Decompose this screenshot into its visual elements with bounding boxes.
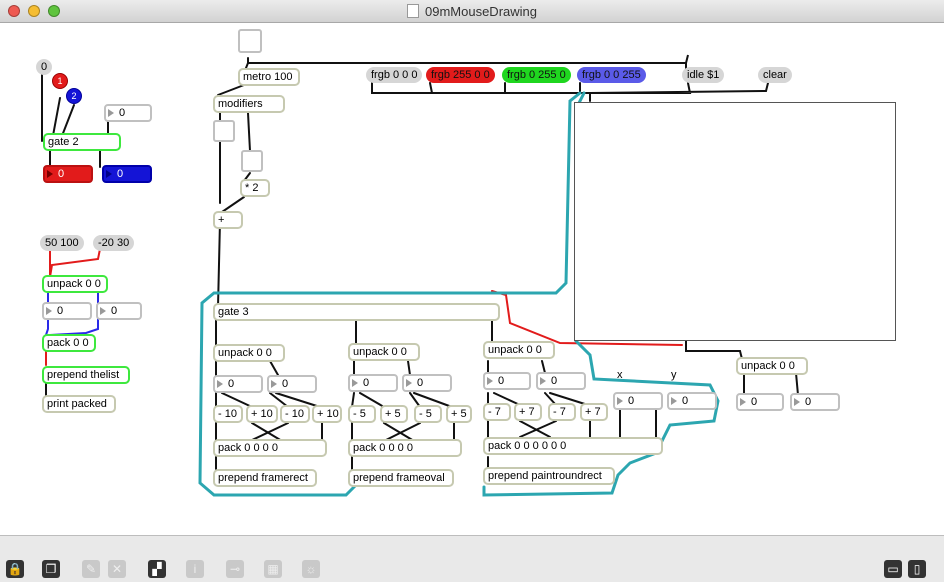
minus-10-a-object[interactable]: - 10 [213,405,243,423]
plus-10-a-object[interactable]: + 10 [246,405,278,423]
paintroundrect-number-b[interactable]: 0 [536,372,586,390]
framerect-number-a[interactable]: 0 [213,375,263,393]
modifiers-object[interactable]: modifiers [213,95,285,113]
frameoval-number-a[interactable]: 0 [348,374,398,392]
pack-frameoval-object[interactable]: pack 0 0 0 0 [348,439,462,457]
x-number[interactable]: 0 [613,392,663,410]
number-arrow-icon [352,379,358,387]
number-arrow-icon [271,380,277,388]
info-icon[interactable]: i [186,560,204,578]
metro-object[interactable]: metro 100 [238,68,300,86]
lcd-drawing-area[interactable] [574,102,896,341]
number-arrow-icon [217,380,223,388]
unpack-framerect-object[interactable]: unpack 0 0 [213,344,285,362]
plus-object[interactable]: + [213,211,243,229]
prepend-paintroundrect-object[interactable]: prepend paintroundrect [483,467,615,485]
y-label: y [671,369,677,381]
number-arrow-icon [740,398,746,406]
patcher-toolbar: 🔒 ❐ ✎ ✕ ▞ i ⊸ ▦ ☼ ▭ ▯ [0,535,944,582]
number-arrow-icon [540,377,546,385]
unpack-mouse-object[interactable]: unpack 0 0 [736,357,808,375]
blue-radio-toggle[interactable]: 2 [66,88,82,104]
sidebar-icon[interactable]: ▯ [908,560,926,578]
modifier-toggle-right[interactable] [241,150,263,172]
unpack-frameoval-object[interactable]: unpack 0 0 [348,343,420,361]
minus-10-b-object[interactable]: - 10 [280,405,310,423]
framerect-number-b[interactable]: 0 [267,375,317,393]
x-label: x [617,369,623,381]
minus-7-a-object[interactable]: - 7 [483,403,511,421]
unpack-right-number[interactable]: 0 [96,302,142,320]
split-view-icon[interactable]: ▭ [884,560,902,578]
gate-3-object[interactable]: gate 3 [213,303,500,321]
pack-framerect-object[interactable]: pack 0 0 0 0 [213,439,327,457]
number-arrow-icon [617,397,623,405]
title-bar: 09mMouseDrawing [0,0,944,23]
number-arrow-icon [106,170,112,178]
grid-icon[interactable]: ▦ [264,560,282,578]
patch-cord-icon[interactable]: ⊸ [226,560,244,578]
clear-message[interactable]: clear [758,67,792,83]
debug-icon[interactable]: ☼ [302,560,320,578]
minus-5-a-object[interactable]: - 5 [348,405,376,423]
clear-icon[interactable]: ✕ [108,560,126,578]
paintroundrect-number-a[interactable]: 0 [483,372,531,390]
frgb-green-message[interactable]: frgb 0 255 0 [502,67,571,83]
frgb-blue-message[interactable]: frgb 0 0 255 [577,67,646,83]
list-50-100-message[interactable]: 50 100 [40,235,84,251]
number-arrow-icon [46,307,52,315]
plus-7-a-object[interactable]: + 7 [514,403,542,421]
unpack-paintroundrect-object[interactable]: unpack 0 0 [483,341,555,359]
presentation-icon[interactable]: ❐ [42,560,60,578]
unpack-left-number[interactable]: 0 [42,302,92,320]
mouse-x-number[interactable]: 0 [736,393,784,411]
edit-icon[interactable]: ▞ [148,560,166,578]
gate-input-number[interactable]: 0 [104,104,152,122]
red-output-number[interactable]: 0 [43,165,93,183]
modifier-toggle-left[interactable] [213,120,235,142]
plus-7-b-object[interactable]: + 7 [580,403,608,421]
number-arrow-icon [108,109,114,117]
pack-object[interactable]: pack 0 0 [42,334,96,352]
number-arrow-icon [794,398,800,406]
lock-icon[interactable]: 🔒 [6,560,24,578]
print-packed-object[interactable]: print packed [42,395,116,413]
minus-5-b-object[interactable]: - 5 [414,405,442,423]
toggle-button[interactable] [238,29,262,53]
pack-paintroundrect-object[interactable]: pack 0 0 0 0 0 0 [483,437,663,455]
times-2-object[interactable]: * 2 [240,179,270,197]
red-radio-toggle[interactable]: 1 [52,73,68,89]
frgb-red-message[interactable]: frgb 255 0 0 [426,67,495,83]
number-arrow-icon [47,170,53,178]
number-arrow-icon [406,379,412,387]
number-arrow-icon [671,397,677,405]
gate-2-object[interactable]: gate 2 [43,133,121,151]
window-title: 09mMouseDrawing [425,4,537,19]
patcher-canvas[interactable]: 0 1 2 0 gate 2 0 0 50 100 -20 30 unpack … [0,23,944,535]
unpack-object[interactable]: unpack 0 0 [42,275,108,293]
idle-message[interactable]: idle $1 [682,67,725,83]
frgb-black-message[interactable]: frgb 0 0 0 [366,67,423,83]
number-arrow-icon [487,377,493,385]
zero-message[interactable]: 0 [36,59,53,75]
prepend-framerect-object[interactable]: prepend framerect [213,469,317,487]
plus-5-a-object[interactable]: + 5 [380,405,408,423]
y-number[interactable]: 0 [667,392,717,410]
prepend-thelist-object[interactable]: prepend thelist [42,366,130,384]
frameoval-number-b[interactable]: 0 [402,374,452,392]
mouse-y-number[interactable]: 0 [790,393,840,411]
inspector-icon[interactable]: ✎ [82,560,100,578]
prepend-frameoval-object[interactable]: prepend frameoval [348,469,454,487]
list-minus20-30-message[interactable]: -20 30 [93,235,135,251]
document-icon [407,4,419,18]
number-arrow-icon [100,307,106,315]
plus-5-b-object[interactable]: + 5 [446,405,472,423]
plus-10-b-object[interactable]: + 10 [312,405,342,423]
blue-output-number[interactable]: 0 [102,165,152,183]
minus-7-b-object[interactable]: - 7 [548,403,576,421]
